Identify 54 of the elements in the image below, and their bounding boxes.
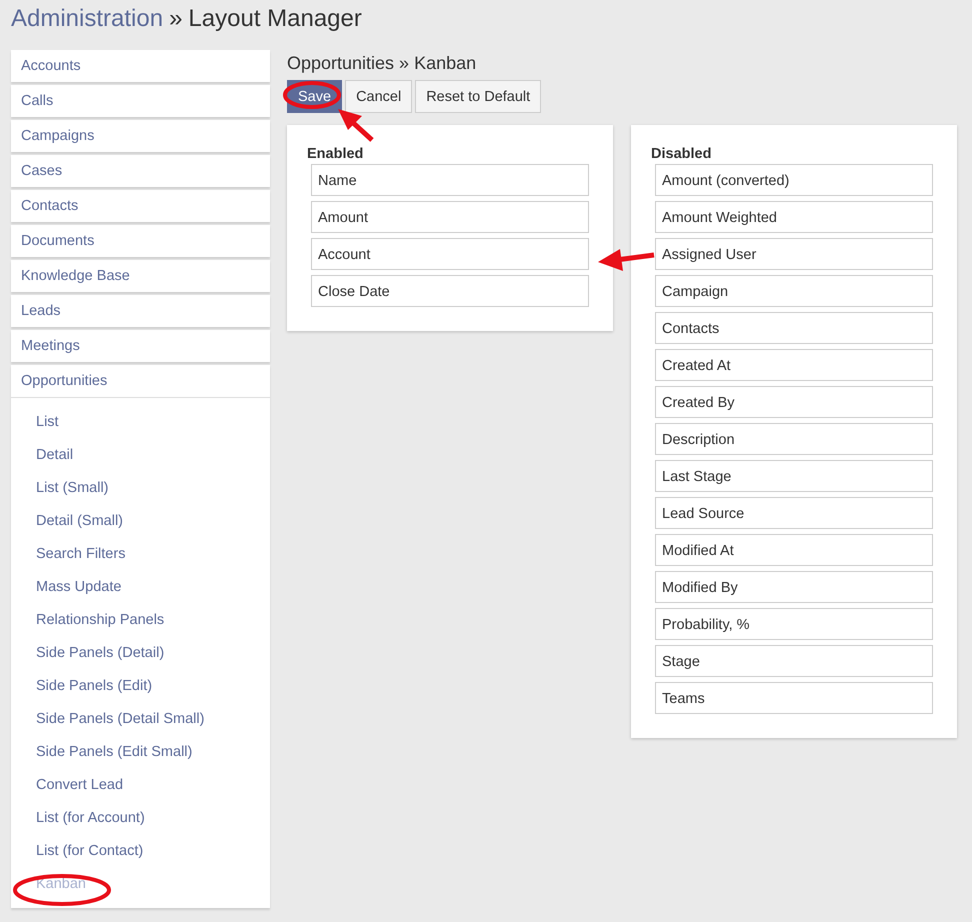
action-button[interactable]: Cancel	[345, 80, 412, 113]
field-item[interactable]: Probability, %	[655, 608, 933, 640]
sidebar-subitem[interactable]: Side Panels (Detail Small)	[36, 709, 204, 729]
annotation-ellipse	[283, 81, 341, 109]
sidebar-item[interactable]: Opportunities	[21, 373, 108, 389]
sidebar-subitem[interactable]: Side Panels (Edit)	[36, 676, 152, 696]
field-item[interactable]: Amount (converted)	[655, 164, 933, 196]
field-item[interactable]: Amount	[311, 201, 589, 233]
sidebar-subitem[interactable]: Mass Update	[36, 577, 122, 597]
breadcrumb-separator: »	[169, 5, 182, 32]
field-item[interactable]: Lead Source	[655, 497, 933, 529]
sidebar-subitem[interactable]: Detail (Small)	[36, 511, 124, 531]
field-item[interactable]: Account	[311, 238, 589, 270]
field-item[interactable]: Campaign	[655, 275, 933, 307]
field-item[interactable]: Modified At	[655, 534, 933, 566]
sidebar-item[interactable]: Meetings	[11, 330, 270, 362]
field-item[interactable]: Created At	[655, 349, 933, 381]
field-item[interactable]: Last Stage	[655, 460, 933, 492]
breadcrumb-link[interactable]: Administration	[11, 5, 164, 32]
panel-title: Enabled	[307, 145, 364, 163]
field-item[interactable]: Amount Weighted	[655, 201, 933, 233]
annotation-arrow	[338, 109, 374, 142]
sidebar-item[interactable]: Knowledge Base	[11, 260, 270, 292]
sidebar-subitem[interactable]: Relationship Panels	[36, 610, 164, 630]
sidebar-subitem[interactable]: Side Panels (Edit Small)	[36, 742, 192, 762]
field-item[interactable]: Modified By	[655, 571, 933, 603]
sidebar-item[interactable]: Calls	[11, 85, 270, 117]
field-item[interactable]: Contacts	[655, 312, 933, 344]
field-item[interactable]: Created By	[655, 386, 933, 418]
sidebar-subitem[interactable]: Convert Lead	[36, 775, 124, 795]
sidebar-subitem[interactable]: List (for Contact)	[36, 841, 144, 861]
sidebar-item[interactable]: Contacts	[11, 190, 270, 222]
sidebar-subitem[interactable]: List	[36, 412, 59, 432]
page-title: Layout Manager	[188, 5, 362, 32]
sidebar-item[interactable]: Cases	[11, 155, 270, 187]
field-item[interactable]: Stage	[655, 645, 933, 677]
action-button[interactable]: Reset to Default	[415, 80, 542, 113]
panel-title: Disabled	[651, 145, 712, 163]
sidebar-subitem[interactable]: List (Small)	[36, 478, 109, 498]
sidebar-subitem[interactable]: List (for Account)	[36, 808, 145, 828]
sidebar-item[interactable]: Leads	[11, 295, 270, 327]
field-item[interactable]: Description	[655, 423, 933, 455]
annotation-arrow	[598, 249, 654, 271]
field-item[interactable]: Assigned User	[655, 238, 933, 270]
field-item[interactable]: Name	[311, 164, 589, 196]
sidebar-subitem[interactable]: Side Panels (Detail)	[36, 643, 164, 663]
sidebar-subitem[interactable]: Search Filters	[36, 544, 126, 564]
sidebar-subitem[interactable]: Detail	[36, 445, 74, 465]
sidebar-item[interactable]: Accounts	[11, 50, 270, 82]
section-heading: Opportunities » Kanban	[287, 52, 478, 74]
field-item[interactable]: Close Date	[311, 275, 589, 307]
field-item[interactable]: Teams	[655, 682, 933, 714]
sidebar-item[interactable]: Documents	[11, 225, 270, 257]
sidebar-item[interactable]: Campaigns	[11, 120, 270, 152]
